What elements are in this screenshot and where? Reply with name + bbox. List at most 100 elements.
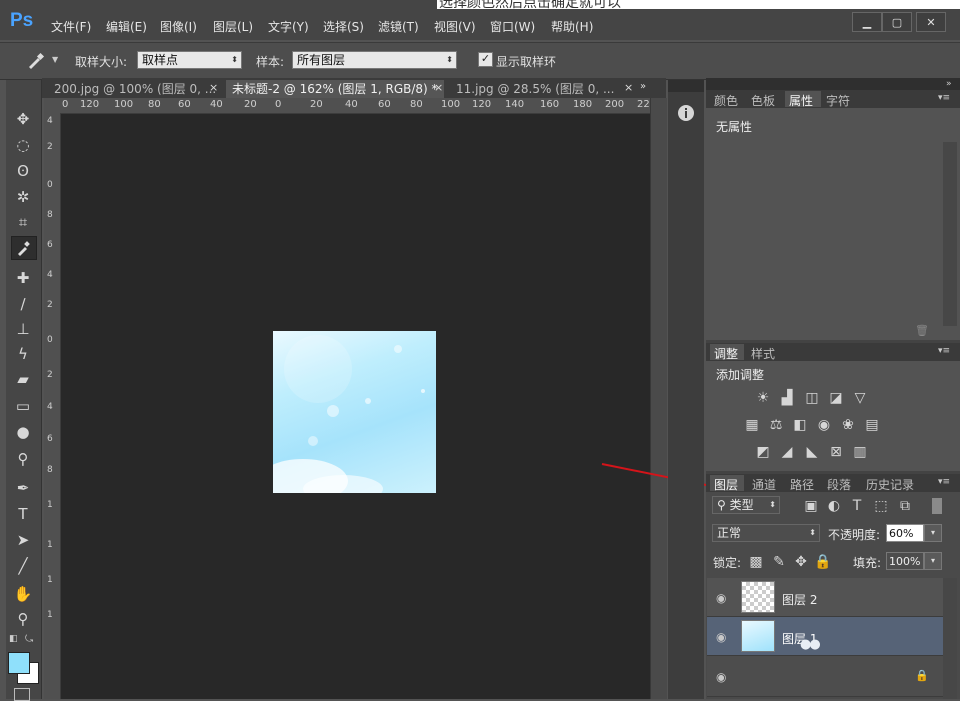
eraser-tool-icon[interactable]: ▰ xyxy=(11,368,35,390)
menu-file[interactable]: 文件(F) xyxy=(51,18,91,35)
fill-dropdown-icon[interactable]: ▾ xyxy=(924,552,942,570)
tab-styles[interactable]: 样式 xyxy=(751,345,775,362)
path-selection-tool-icon[interactable]: ➤ xyxy=(11,529,35,551)
opacity-dropdown-icon[interactable]: ▾ xyxy=(924,524,942,542)
invert-icon[interactable]: ◩ xyxy=(754,443,772,461)
black-white-icon[interactable]: ◧ xyxy=(791,416,809,434)
tab-11-jpg[interactable]: 11.jpg @ 28.5% (图层 0, ... xyxy=(450,80,640,98)
layer-filter-select[interactable]: ⚲ 类型 ⬍ xyxy=(712,496,780,514)
brightness-icon[interactable]: ☀ xyxy=(754,389,772,407)
foreground-color-swatch[interactable] xyxy=(8,652,30,674)
swap-colors-icon[interactable]: ⤿ xyxy=(25,634,33,645)
tab-close-icon[interactable]: × xyxy=(624,81,633,94)
blur-tool-icon[interactable]: ● xyxy=(11,421,35,443)
panel-menu-icon[interactable]: ▾≡ xyxy=(938,477,950,487)
minimize-button[interactable]: ▁ xyxy=(852,12,882,32)
panel-menu-icon[interactable]: ▾≡ xyxy=(938,346,950,356)
sample-select[interactable]: 所有图层 ⬍ xyxy=(292,51,457,69)
tab-paths[interactable]: 路径 xyxy=(790,476,814,493)
line-tool-icon[interactable]: ╱ xyxy=(11,555,35,577)
visibility-eye-icon[interactable]: ◉ xyxy=(716,670,726,684)
tab-close-icon[interactable]: × xyxy=(209,81,218,94)
adjustment-layer-filter-icon[interactable]: ◐ xyxy=(825,497,843,515)
tab-color[interactable]: 颜色 xyxy=(714,92,738,109)
shape-layer-filter-icon[interactable]: ⬚ xyxy=(872,497,890,515)
menu-filter[interactable]: 滤镜(T) xyxy=(378,18,419,35)
close-button[interactable]: ✕ xyxy=(916,12,946,32)
curves-icon[interactable]: ◫ xyxy=(803,389,821,407)
properties-scrollbar[interactable] xyxy=(943,142,957,326)
threshold-icon[interactable]: ◣ xyxy=(803,443,821,461)
fill-input[interactable]: 100% xyxy=(886,552,924,570)
dodge-tool-icon[interactable]: ⚲ xyxy=(11,448,35,470)
pixel-layer-filter-icon[interactable]: ▣ xyxy=(802,497,820,515)
visibility-eye-icon[interactable]: ◉ xyxy=(716,591,726,605)
photo-filter-icon[interactable]: ◉ xyxy=(815,416,833,434)
menu-select[interactable]: 选择(S) xyxy=(323,18,364,35)
menu-view[interactable]: 视图(V) xyxy=(434,18,476,35)
visibility-eye-icon[interactable]: ◉ xyxy=(716,630,726,644)
panel-menu-icon[interactable]: ▾≡ xyxy=(938,93,950,103)
brush-tool-icon[interactable]: ∕ xyxy=(11,293,35,315)
trash-icon[interactable]: 🗑 xyxy=(915,324,929,337)
tab-character[interactable]: 字符 xyxy=(826,92,850,109)
smart-object-filter-icon[interactable]: ⧉ xyxy=(896,497,914,515)
collapse-panels-icon[interactable]: » xyxy=(946,79,952,89)
filter-toggle[interactable] xyxy=(932,498,942,514)
document-image[interactable] xyxy=(273,331,436,493)
gradient-tool-icon[interactable]: ▭ xyxy=(11,395,35,417)
menu-help[interactable]: 帮助(H) xyxy=(551,18,593,35)
lock-all-icon[interactable]: 🔒 xyxy=(814,553,832,571)
layer-name[interactable]: 图层 2 xyxy=(782,591,817,608)
marquee-tool-icon[interactable]: ◌ xyxy=(11,134,35,156)
menu-image[interactable]: 图像(I) xyxy=(160,18,197,35)
color-balance-icon[interactable]: ⚖ xyxy=(767,416,785,434)
type-layer-filter-icon[interactable]: T xyxy=(848,497,866,515)
preset-dropdown-arrow-icon[interactable]: ▼ xyxy=(52,55,58,64)
type-tool-icon[interactable]: T xyxy=(11,503,35,525)
show-sampling-ring-checkbox[interactable]: ✓ xyxy=(478,52,493,67)
opacity-input[interactable]: 60% xyxy=(886,524,924,542)
menu-layer[interactable]: 图层(L) xyxy=(213,18,253,35)
tab-swatches[interactable]: 色板 xyxy=(751,92,775,109)
sample-size-select[interactable]: 取样点 ⬍ xyxy=(137,51,242,69)
quick-mask-icon[interactable] xyxy=(14,688,30,701)
crop-tool-icon[interactable]: ⌗ xyxy=(11,211,35,233)
vibrance-icon[interactable]: ▽ xyxy=(851,389,869,407)
magic-wand-tool-icon[interactable]: ✲ xyxy=(11,186,35,208)
zoom-tool-icon[interactable]: ⚲ xyxy=(11,608,35,630)
blend-mode-select[interactable]: 正常 ⬍ xyxy=(712,524,820,542)
levels-icon[interactable]: ▟ xyxy=(778,389,796,407)
menu-edit[interactable]: 编辑(E) xyxy=(106,18,147,35)
gradient-map-icon[interactable]: ▥ xyxy=(851,443,869,461)
lasso-tool-icon[interactable]: ʘ xyxy=(11,160,35,182)
tab-200-jpg[interactable]: 200.jpg @ 100% (图层 0, ... xyxy=(48,80,224,98)
eyedropper-tool-icon[interactable] xyxy=(11,236,37,260)
lock-position-icon[interactable]: ✥ xyxy=(792,553,810,571)
layer-row-background[interactable] xyxy=(707,656,943,697)
hand-tool-icon[interactable]: ✋ xyxy=(11,583,35,605)
eyedropper-preset-icon[interactable] xyxy=(26,51,46,69)
tab-history[interactable]: 历史记录 xyxy=(866,476,914,493)
tab-untitled-2[interactable]: 未标题-2 @ 162% (图层 1, RGB/8) * xyxy=(226,80,444,98)
tab-layers[interactable]: 图层 xyxy=(714,476,738,493)
color-lookup-icon[interactable]: ▤ xyxy=(863,416,881,434)
default-colors-icon[interactable]: ◧ xyxy=(9,634,18,644)
tab-paragraph[interactable]: 段落 xyxy=(827,476,851,493)
tab-adjustments[interactable]: 调整 xyxy=(714,345,738,362)
selective-color-icon[interactable]: ⊠ xyxy=(827,443,845,461)
maximize-button[interactable]: ▢ xyxy=(882,12,912,32)
menu-type[interactable]: 文字(Y) xyxy=(268,18,309,35)
lock-transparent-icon[interactable]: ▩ xyxy=(747,553,765,571)
clone-stamp-tool-icon[interactable]: ⊥ xyxy=(11,318,35,340)
info-icon[interactable] xyxy=(676,103,696,123)
tab-overflow-icon[interactable]: » xyxy=(640,81,646,92)
history-brush-tool-icon[interactable]: ϟ xyxy=(11,343,35,365)
menu-window[interactable]: 窗口(W) xyxy=(490,18,535,35)
healing-brush-tool-icon[interactable]: ✚ xyxy=(11,267,35,289)
tab-channels[interactable]: 通道 xyxy=(752,476,776,493)
tab-properties[interactable]: 属性 xyxy=(789,92,813,109)
lock-pixels-icon[interactable]: ✎ xyxy=(770,553,788,571)
hue-saturation-icon[interactable]: ▦ xyxy=(743,416,761,434)
vertical-scrollbar[interactable] xyxy=(650,98,667,699)
